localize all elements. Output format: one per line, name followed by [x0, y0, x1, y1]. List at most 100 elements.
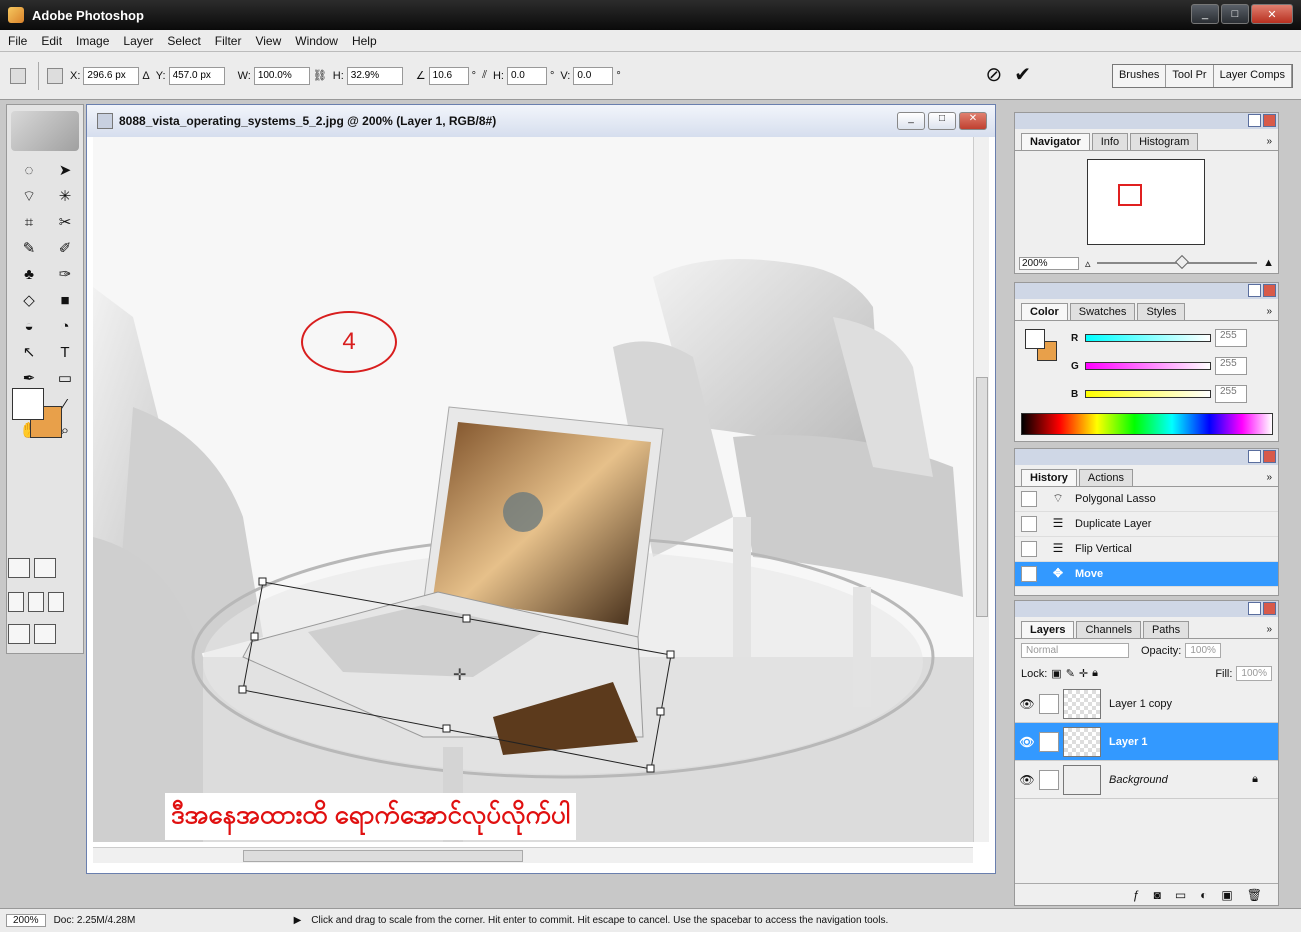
menu-file[interactable]: File — [8, 34, 27, 48]
checkmark-icon[interactable] — [34, 624, 56, 644]
brush-tool-icon[interactable]: ✐ — [49, 237, 81, 259]
eye-icon[interactable]: 👁︎ — [1015, 735, 1039, 749]
quick-mask-mode-button[interactable] — [34, 558, 56, 578]
tab-swatches[interactable]: Swatches — [1069, 303, 1136, 320]
layer-name[interactable]: Background — [1109, 774, 1168, 786]
lasso-tool-icon[interactable]: ⌔ — [13, 185, 45, 207]
layer-row-active[interactable]: 👁︎ ✎ Layer 1 — [1015, 723, 1278, 761]
vertical-scrollbar[interactable] — [973, 137, 989, 842]
layer-row[interactable]: 👁︎ Background 🔒︎ — [1015, 761, 1278, 799]
navigator-zoom-field[interactable]: 200% — [1019, 256, 1079, 270]
commit-transform-icon[interactable]: ✔ — [1014, 62, 1031, 87]
screen-mode-standard-button[interactable] — [8, 592, 24, 612]
path-selection-tool-icon[interactable]: ↖ — [13, 341, 45, 363]
height-input[interactable] — [346, 66, 403, 85]
palette-well-tool-presets[interactable]: Tool Pr — [1166, 65, 1214, 87]
history-snapshot-checkbox[interactable] — [1021, 491, 1037, 507]
shape-tool-icon[interactable]: ▭ — [49, 367, 81, 389]
opacity-input[interactable]: 100% — [1185, 643, 1221, 658]
history-brush-tool-icon[interactable]: ✑ — [49, 263, 81, 285]
layer-name[interactable]: Layer 1 copy — [1109, 698, 1172, 710]
tool-preset-icon[interactable] — [10, 67, 26, 84]
status-menu-arrow-icon[interactable]: ▶ — [294, 915, 302, 926]
panel-menu-icon[interactable]: » — [1266, 621, 1272, 638]
pen-tool-icon[interactable]: ✒ — [13, 367, 45, 389]
close-button[interactable]: ✕ — [1251, 4, 1293, 24]
tab-info[interactable]: Info — [1091, 133, 1129, 150]
zoom-out-icon[interactable]: ▵ — [1085, 257, 1091, 270]
doc-minimize-button[interactable]: _ — [897, 112, 925, 130]
panel-menu-icon[interactable]: » — [1266, 133, 1272, 150]
vertical-scroll-thumb[interactable] — [976, 377, 988, 617]
layer-thumbnail[interactable] — [1063, 688, 1101, 719]
tab-paths[interactable]: Paths — [1142, 621, 1190, 638]
marquee-tool-icon[interactable]: ◌ — [13, 159, 45, 181]
eye-icon[interactable]: 👁︎ — [1015, 697, 1039, 711]
panel-minimize-icon[interactable] — [1248, 602, 1261, 615]
new-layer-icon[interactable]: ▣ — [1221, 888, 1232, 902]
zoom-slider[interactable] — [1096, 254, 1258, 270]
history-snapshot-checkbox[interactable] — [1021, 566, 1037, 582]
reference-point-icon[interactable] — [47, 67, 63, 84]
tab-actions[interactable]: Actions — [1078, 469, 1133, 486]
add-mask-icon[interactable]: ◙ — [1154, 888, 1161, 902]
blur-tool-icon[interactable]: ◒ — [13, 315, 45, 337]
tab-styles[interactable]: Styles — [1137, 303, 1186, 320]
cancel-transform-icon[interactable]: ⊘ — [985, 62, 1002, 87]
zoom-slider-knob[interactable] — [1174, 254, 1189, 270]
type-tool-icon[interactable]: T — [49, 341, 81, 363]
history-item[interactable]: ☰ Flip Vertical — [1015, 537, 1278, 562]
magic-wand-tool-icon[interactable]: ✳ — [49, 185, 81, 207]
dodge-tool-icon[interactable]: ◔ — [49, 315, 81, 337]
foreground-color-swatch[interactable] — [12, 388, 44, 420]
panel-close-icon[interactable] — [1263, 114, 1276, 127]
lock-image-icon[interactable]: ✎ — [1066, 667, 1075, 680]
screen-mode-full-button[interactable] — [48, 592, 64, 612]
layer-thumbnail[interactable] — [1063, 726, 1101, 757]
minimize-button[interactable]: _ — [1191, 4, 1219, 24]
menu-view[interactable]: View — [255, 34, 281, 48]
standard-mode-button[interactable] — [8, 558, 30, 578]
feather-logo-icon[interactable] — [11, 111, 79, 151]
delta-icon[interactable]: Δ — [142, 70, 149, 82]
channel-r-slider[interactable] — [1085, 334, 1211, 342]
crop-tool-icon[interactable]: ⌗ — [13, 211, 45, 233]
tab-layers[interactable]: Layers — [1021, 621, 1075, 638]
trash-icon[interactable]: 🗑︎ — [1247, 888, 1262, 902]
menu-select[interactable]: Select — [167, 34, 200, 48]
clone-stamp-tool-icon[interactable]: ♣ — [13, 263, 45, 285]
horizontal-scroll-thumb[interactable] — [243, 850, 523, 862]
menu-filter[interactable]: Filter — [215, 34, 242, 48]
skew-v-input[interactable] — [573, 66, 614, 85]
eye-icon[interactable]: 👁︎ — [1015, 773, 1039, 787]
screen-mode-full-menu-button[interactable] — [28, 592, 44, 612]
maximize-button[interactable]: □ — [1221, 4, 1249, 24]
lock-transparent-icon[interactable]: ▣ — [1051, 667, 1061, 680]
channel-r-value[interactable]: 255 — [1215, 329, 1247, 347]
link-icon[interactable]: ⛓ — [313, 69, 327, 82]
channel-g-slider[interactable] — [1085, 362, 1211, 370]
layer-thumbnail[interactable] — [1063, 764, 1101, 795]
lock-all-icon[interactable]: 🔒︎ — [1092, 667, 1098, 680]
layer-row[interactable]: 👁︎ Layer 1 copy — [1015, 685, 1278, 723]
panel-close-icon[interactable] — [1263, 602, 1276, 615]
panel-menu-icon[interactable]: » — [1266, 469, 1272, 486]
angle-input[interactable] — [428, 66, 469, 85]
panel-menu-icon[interactable]: » — [1266, 303, 1272, 320]
layer-name[interactable]: Layer 1 — [1109, 736, 1148, 748]
gradient-tool-icon[interactable]: ■ — [49, 289, 81, 311]
layer-link-toggle[interactable] — [1039, 769, 1059, 790]
move-tool-icon[interactable]: ➤ — [49, 159, 81, 181]
color-fg-swatch[interactable] — [1025, 329, 1045, 349]
tab-color[interactable]: Color — [1021, 303, 1068, 320]
x-position-input[interactable] — [83, 66, 140, 85]
menu-window[interactable]: Window — [295, 34, 338, 48]
channel-b-slider[interactable] — [1085, 390, 1211, 398]
channel-g-value[interactable]: 255 — [1215, 357, 1247, 375]
menu-help[interactable]: Help — [352, 34, 377, 48]
skew-h-input[interactable] — [506, 66, 547, 85]
horizontal-scrollbar[interactable] — [93, 847, 973, 863]
lock-position-icon[interactable]: ✛ — [1079, 667, 1088, 680]
tab-history[interactable]: History — [1021, 469, 1077, 486]
jump-to-imageready-button[interactable] — [8, 624, 30, 644]
